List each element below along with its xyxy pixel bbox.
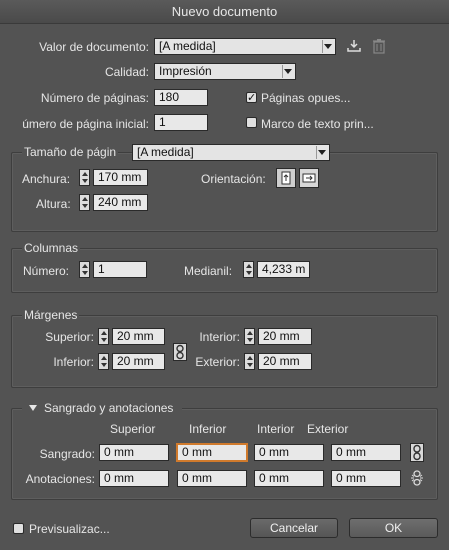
columns-title: Columnas [22,241,81,255]
bleed-top-field[interactable]: 0 mm [99,444,169,461]
margin-inside-label: Interior: [199,330,240,344]
cancel-button[interactable]: Cancelar [250,518,338,538]
chevron-down-icon [284,69,292,74]
margins-title: Márgenes [22,308,80,322]
bleed-col-bottom: Inferior [189,422,227,436]
margin-inside-stepper[interactable] [244,328,255,345]
portrait-orientation-icon[interactable] [276,168,296,188]
width-stepper[interactable] [79,169,90,186]
height-label: Altura: [36,197,71,211]
preview-label: Previsualizac... [29,522,110,536]
trash-icon[interactable] [372,38,386,54]
bleed-outside-field[interactable]: 0 mm [331,444,401,461]
height-stepper[interactable] [79,194,90,211]
slug-inside-field[interactable]: 0 mm [254,470,324,487]
gutter-label: Medianil: [184,264,233,278]
quality-value: Impresión [159,64,212,78]
column-number-label: Número: [23,264,70,278]
preset-value: [A medida] [159,39,216,53]
page-size-value: [A medida] [137,145,194,159]
margin-bottom-stepper[interactable] [98,353,109,370]
checkmark-icon: ✓ [247,92,257,104]
slug-outside-field[interactable]: 0 mm [331,470,401,487]
page-count-label: Número de páginas: [40,91,149,105]
master-text-frame-checkbox[interactable] [246,117,257,128]
bleed-bottom-field[interactable]: 0 mm [177,444,247,461]
quality-label: Calidad: [104,65,149,79]
preset-select[interactable]: [A medida] [154,38,336,55]
width-field[interactable]: 170 mm [93,169,148,186]
page-size-label: Tamaño de págin [22,145,119,159]
link-bleed-icon[interactable] [410,443,424,462]
bleed-col-outside: Exterior [307,422,349,436]
bleed-row-label: ‎Sangrado:‎ [39,447,95,461]
margin-outside-label: Exterior: [195,355,240,369]
width-label: Anchura: [22,172,71,186]
bleed-col-top: Superior [110,422,156,436]
margin-top-field[interactable]: 20 mm [112,328,165,345]
margin-outside-stepper[interactable] [244,353,255,370]
column-number-field[interactable]: 1 [93,261,147,278]
bleed-inside-field[interactable]: 0 mm [254,444,324,461]
page-size-select[interactable]: [A medida] [132,144,330,161]
window-title: Nuevo documento [0,0,449,24]
chevron-down-icon [318,150,326,155]
gutter-stepper[interactable] [243,261,254,278]
slug-row-label: ‎Anotaciones:‎ [25,472,95,486]
bleed-slug-title: Sangrado y anotaciones [44,401,174,415]
bleed-slug-header[interactable]: Sangrado y anotaciones [22,401,182,415]
column-number-stepper[interactable] [79,261,90,278]
slug-bottom-field[interactable]: 0 mm [177,470,247,487]
margin-outside-field[interactable]: 20 mm [258,353,312,370]
chevron-down-icon [324,44,332,49]
slug-top-field[interactable]: 0 mm [99,470,169,487]
margin-top-label: Superior: [45,330,94,344]
bleed-col-inside: Interior [257,422,295,436]
master-text-frame-label: Marco de texto prin... [261,117,374,131]
start-page-label: ‎úmero de página inicial:‎ [22,117,149,131]
save-preset-icon[interactable] [346,38,362,54]
landscape-orientation-icon[interactable] [299,168,319,188]
margin-bottom-field[interactable]: 20 mm [112,353,165,370]
margin-inside-field[interactable]: 20 mm [258,328,312,345]
quality-select[interactable]: Impresión [154,63,296,80]
margin-bottom-label: Inferior: [53,355,94,369]
link-margins-icon[interactable] [173,343,187,361]
start-page-field[interactable]: 1 [154,114,208,131]
preset-label: Valor de documento: [39,40,149,54]
height-field[interactable]: 240 mm [93,194,148,211]
facing-pages-label: Páginas opues... [261,91,351,105]
gutter-field[interactable]: 4,233 m [257,261,310,278]
orientation-label: Orientación: [201,172,266,186]
facing-pages-checkbox[interactable]: ✓ [246,92,257,104]
page-size-group [11,152,438,232]
ok-button[interactable]: OK [349,518,438,538]
margin-top-stepper[interactable] [98,328,109,345]
preview-checkbox[interactable] [13,523,24,534]
disclosure-triangle-icon [29,405,37,411]
margins-group [11,315,438,388]
unlink-slug-icon[interactable] [410,469,424,487]
page-count-field[interactable]: 180 [154,89,208,106]
